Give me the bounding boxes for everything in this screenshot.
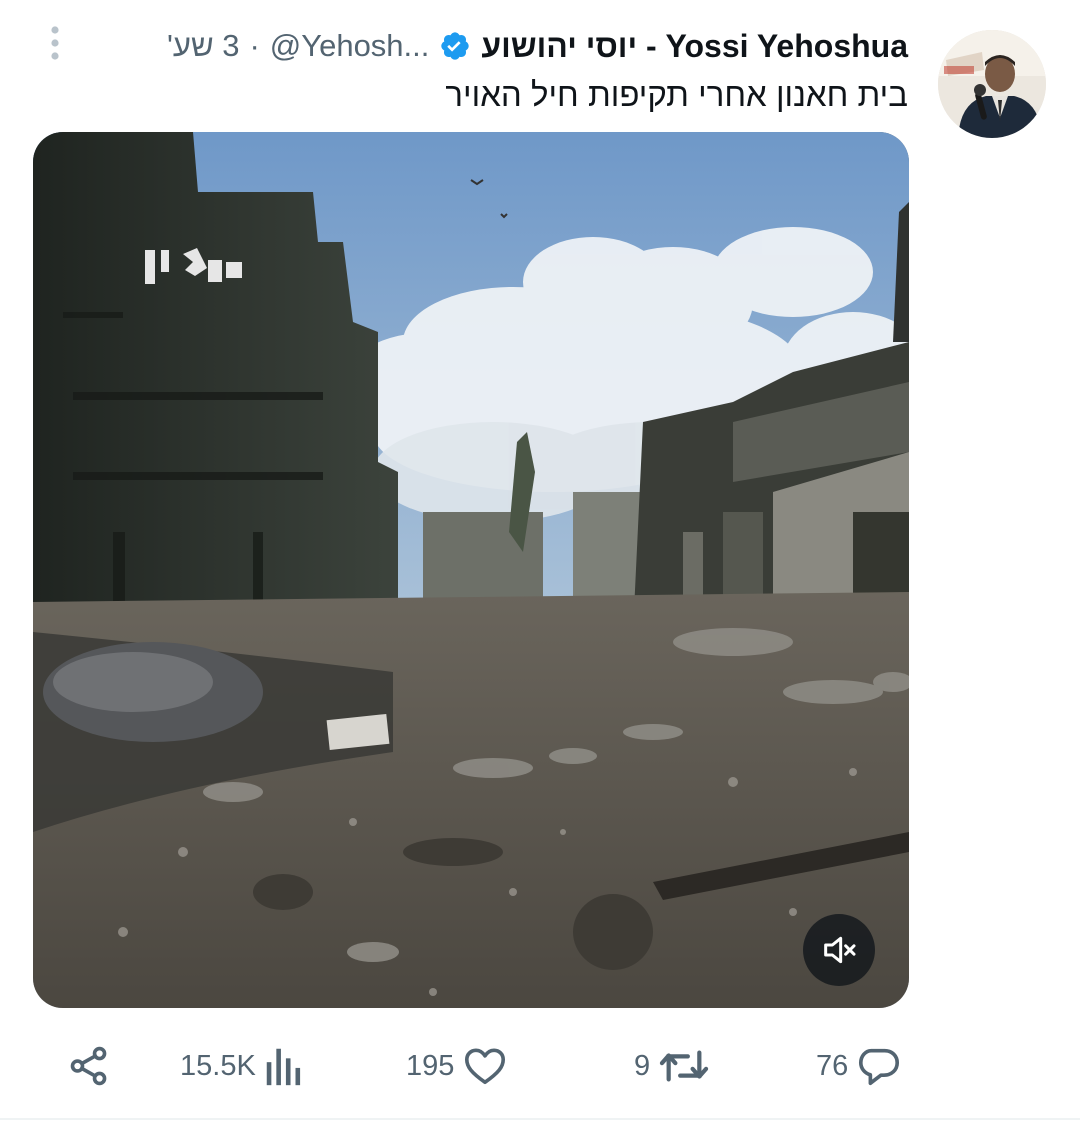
separator-dot: · bbox=[249, 28, 260, 63]
share-icon bbox=[70, 1046, 107, 1086]
views-label: 15.5K bbox=[180, 1049, 256, 1082]
author-avatar[interactable] bbox=[938, 30, 1046, 138]
more-options-icon[interactable] bbox=[44, 24, 66, 62]
tweet-text: בית חאנון אחרי תקיפות חיל האויר bbox=[445, 76, 908, 113]
share-button[interactable] bbox=[66, 1036, 112, 1096]
author-handle[interactable]: @Yehosh... bbox=[270, 28, 430, 64]
replies-label: 76 bbox=[816, 1049, 849, 1082]
verified-badge-icon bbox=[439, 30, 471, 62]
author-display-name[interactable]: Yossi Yehoshua - יוסי יהושוע bbox=[481, 28, 908, 65]
bar-chart-icon bbox=[266, 1048, 300, 1086]
retweet-icon bbox=[659, 1050, 709, 1082]
speaker-muted-icon bbox=[824, 936, 856, 964]
profile-photo-icon bbox=[938, 30, 1046, 138]
mute-toggle-button[interactable] bbox=[803, 914, 875, 986]
retweet-button[interactable]: 9 bbox=[634, 1036, 710, 1096]
heart-icon bbox=[465, 1048, 506, 1085]
likes-label: 195 bbox=[406, 1049, 455, 1082]
tweet-divider bbox=[0, 1118, 1080, 1120]
tweet-video[interactable] bbox=[33, 132, 909, 1008]
tweet-actions: 15.5K 195 9 76 bbox=[0, 1036, 1080, 1096]
reply-button[interactable]: 76 bbox=[816, 1036, 902, 1096]
like-button[interactable]: 195 bbox=[406, 1036, 508, 1096]
video-frame-image bbox=[33, 132, 909, 1008]
speech-bubble-icon bbox=[859, 1048, 900, 1086]
retweets-label: 9 bbox=[634, 1049, 651, 1082]
views-count[interactable]: 15.5K bbox=[180, 1036, 304, 1096]
tweet-timestamp[interactable]: 3 שע' bbox=[167, 28, 239, 64]
tweet-card[interactable]: Yossi Yehoshua - יוסי יהושוע @Yehosh... … bbox=[0, 0, 1080, 1120]
tweet-header: Yossi Yehoshua - יוסי יהושוע @Yehosh... … bbox=[167, 26, 908, 66]
